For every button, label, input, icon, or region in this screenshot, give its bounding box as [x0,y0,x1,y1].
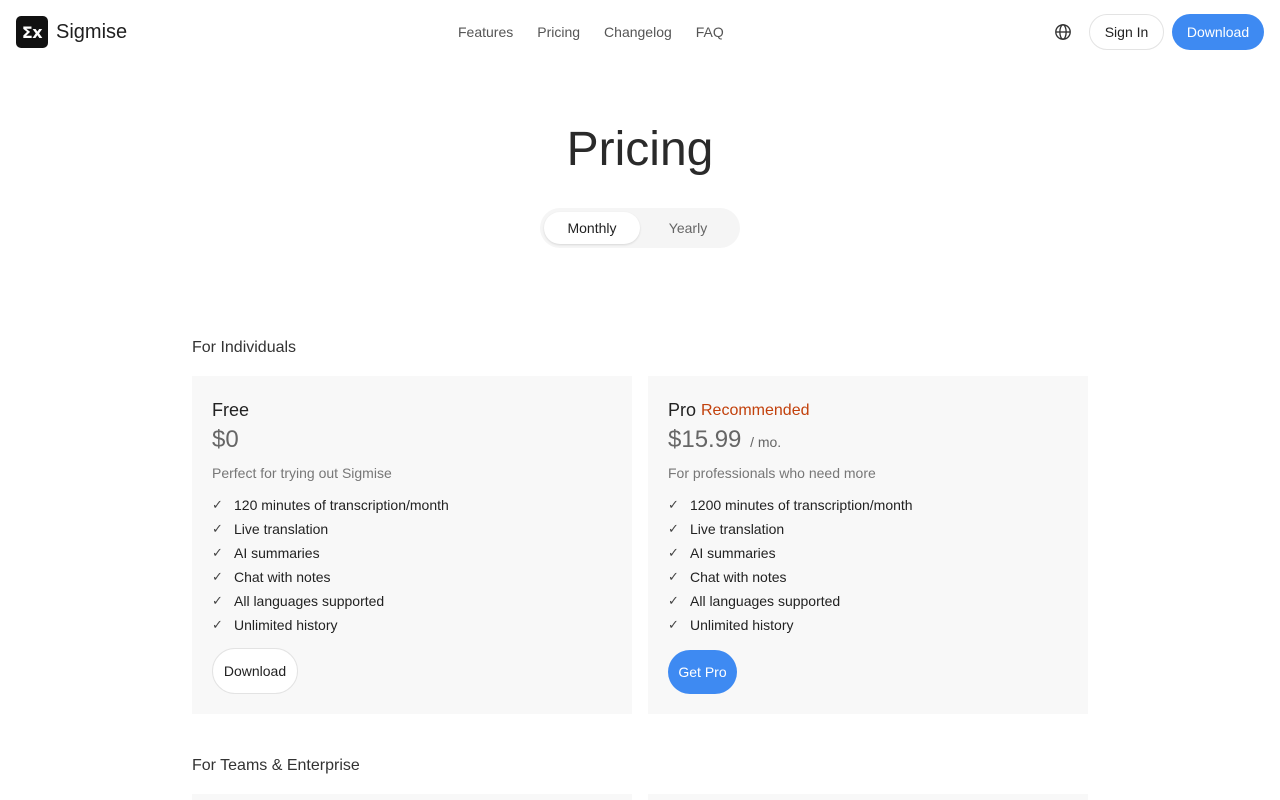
plan-card-free: Free $0 Perfect for trying out Sigmise ✓… [192,376,632,714]
main-nav: Features Pricing Changelog FAQ [458,22,724,42]
plan-description: Perfect for trying out Sigmise [212,465,392,481]
feature-item: ✓ Chat with notes [212,569,331,585]
feature-item: ✓ 120 minutes of transcription/month [212,497,449,513]
feature-list: ✓ 120 minutes of transcription/month ✓ Liv… [212,493,449,637]
header-download-button[interactable]: Download [1172,14,1264,50]
plan-name: Pro [668,400,697,420]
feature-item: ✓ AI summaries [212,545,320,561]
feature-item: ✓ AI summaries [668,545,776,561]
sign-in-button[interactable]: Sign In [1089,14,1164,50]
brand-link[interactable]: Σx Sigmise [16,16,127,48]
check-icon: ✓ [212,617,223,633]
globe-icon[interactable] [1054,23,1072,41]
check-icon: ✓ [212,545,223,561]
site-header: Σx Sigmise Features Pricing Changelog FA… [0,0,1280,64]
check-icon: ✓ [212,521,223,537]
feature-item: ✓ All languages supported [212,593,385,609]
plan-price: $15.99 / mo. [668,426,782,453]
feature-item: ✓ Chat with notes [668,569,787,585]
feature-item: ✓ Live translation [668,521,785,537]
feature-item: ✓ 1200 minutes of transcription/month [668,497,913,513]
plan-price: $0 [212,426,239,453]
feature-item: ✓ Unlimited history [212,617,338,633]
sigmise-logo: Σx [16,16,48,48]
feature-list: ✓ 1200 minutes of transcription/month ✓ Li… [668,493,913,637]
plan-description: For professionals who need more [668,465,876,481]
nav-pricing[interactable]: Pricing [537,22,580,42]
check-icon: ✓ [212,569,223,585]
billing-yearly[interactable]: Yearly [640,212,736,244]
free-download-button[interactable]: Download [212,648,298,694]
feature-item: ✓ All languages supported [668,593,841,609]
check-icon: ✓ [212,497,223,513]
nav-faq[interactable]: FAQ [696,22,724,42]
check-icon: ✓ [668,617,679,633]
team-plan-card [192,794,632,800]
enterprise-plan-card [648,794,1088,800]
brand-name: Sigmise [56,20,128,43]
nav-features[interactable]: Features [458,22,513,42]
nav-changelog[interactable]: Changelog [604,22,672,42]
plan-card-pro: Pro Recommended $15.99 / mo. For profess… [648,376,1088,714]
feature-item: ✓ Live translation [212,521,329,537]
plan-name: Free [212,400,250,420]
section-label-individuals: For Individuals [192,339,297,356]
check-icon: ✓ [668,521,679,537]
recommended-badge: Recommended [701,402,810,419]
check-icon: ✓ [668,593,679,609]
get-pro-button[interactable]: Get Pro [668,650,737,694]
page-title: Pricing [566,123,714,176]
check-icon: ✓ [668,569,679,585]
check-icon: ✓ [668,497,679,513]
price-period: / mo. [750,434,782,450]
billing-monthly[interactable]: Monthly [544,212,640,244]
billing-toggle: Monthly Yearly [540,208,740,248]
check-icon: ✓ [212,593,223,609]
check-icon: ✓ [668,545,679,561]
section-label-teams: For Teams & Enterprise [192,757,360,774]
feature-item: ✓ Unlimited history [668,617,794,633]
